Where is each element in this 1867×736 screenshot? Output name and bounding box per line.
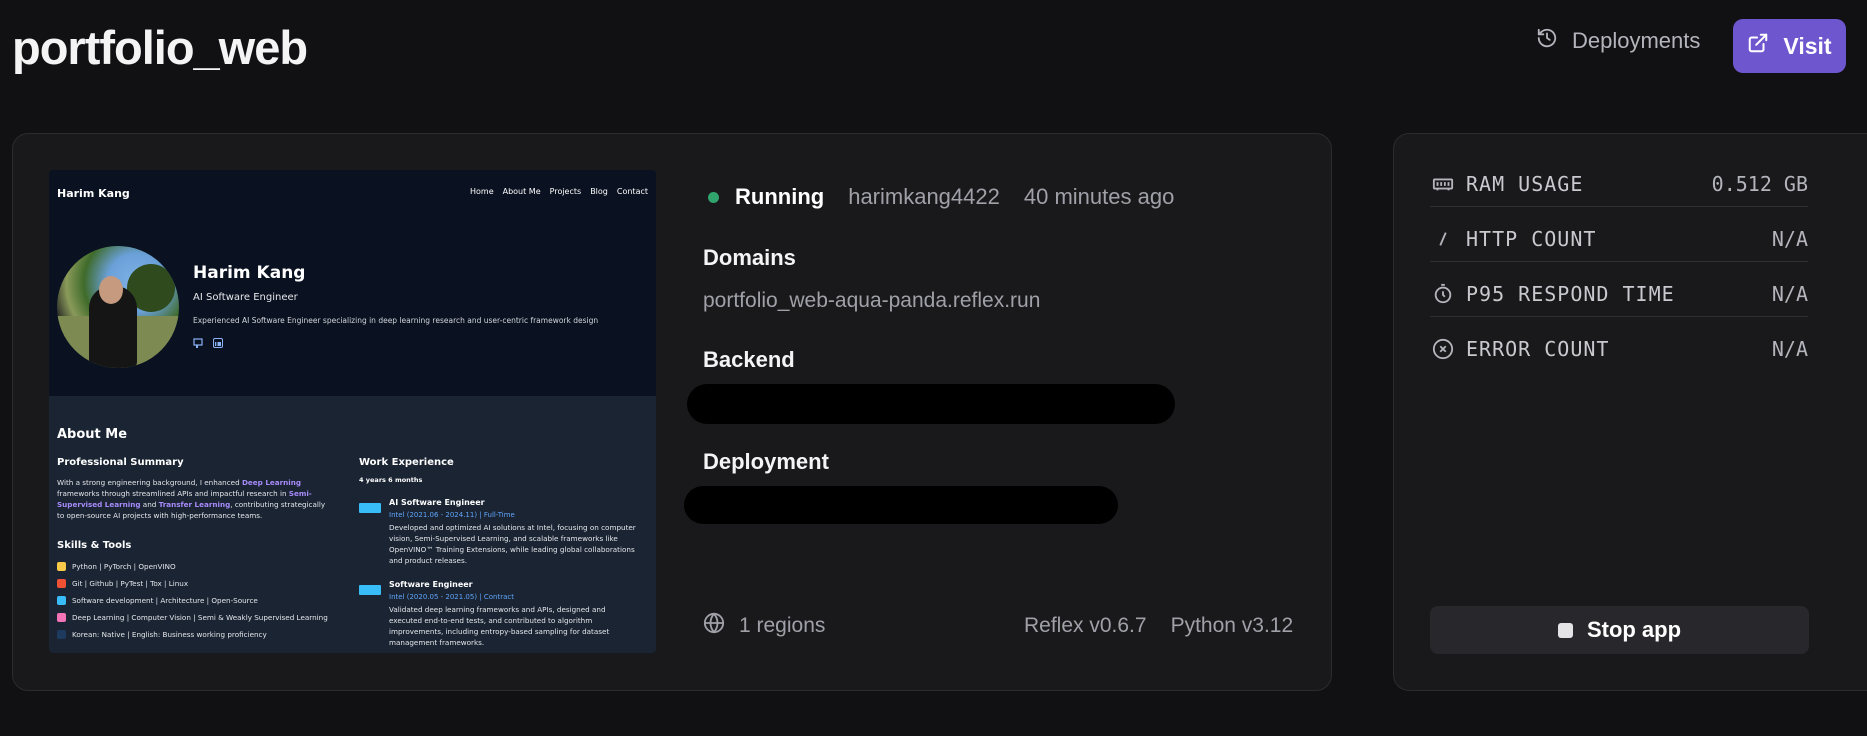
preview-nav-item: Projects <box>549 187 582 196</box>
preview-hero-name: Harim Kang <box>193 263 306 283</box>
visit-button[interactable]: Visit <box>1733 19 1846 73</box>
network-icon <box>57 613 66 622</box>
preview-about-title: About Me <box>57 427 128 442</box>
metric-error-count: ERROR COUNT N/A <box>1430 326 1808 372</box>
metric-label: ERROR COUNT <box>1466 337 1610 361</box>
cross-circle-icon <box>1430 338 1456 360</box>
preview-job-title: AI Software Engineer <box>389 498 485 507</box>
preview-job-title: Software Engineer <box>389 580 473 589</box>
preview-nav-item: Blog <box>590 187 608 196</box>
domain-link[interactable]: portfolio_web-aqua-panda.reflex.run <box>703 289 1040 313</box>
preview-nav: Home About Me Projects Blog Contact <box>470 187 648 196</box>
metric-value: N/A <box>1771 337 1808 361</box>
preview-site-name: Harim Kang <box>57 187 130 200</box>
preview-nav-item: Contact <box>616 187 648 196</box>
deployment-label: Deployment <box>703 449 829 474</box>
deployments-label: Deployments <box>1572 28 1701 53</box>
reflex-version: Reflex v0.6.7 <box>1024 614 1147 637</box>
preview-summary-text: With a strong engineering background, I … <box>57 478 326 520</box>
globe-icon <box>703 612 725 640</box>
metric-ram-usage: RAM USAGE 0.512 GB <box>1430 161 1808 207</box>
dev-icon <box>57 596 66 605</box>
preview-hero-role: AI Software Engineer <box>193 292 298 303</box>
status-text: Running <box>735 184 825 209</box>
metric-label: P95 RESPOND TIME <box>1466 281 1675 306</box>
preview-job-desc: Developed and optimized AI solutions at … <box>389 523 636 565</box>
preview-skill-item: Software development | Architecture | Op… <box>57 596 258 605</box>
preview-skill-item: Git | Github | PyTest | Tox | Linux <box>57 579 188 588</box>
intel-logo <box>359 585 381 595</box>
preview-job-desc: Validated deep learning frameworks and A… <box>389 605 610 647</box>
page-title: portfolio_web <box>12 21 308 74</box>
metric-value: N/A <box>1771 226 1808 251</box>
github-icon <box>193 338 203 351</box>
running-status-dot <box>708 191 719 203</box>
preview-nav-item: Home <box>469 187 494 196</box>
preview-nav-item: About Me <box>502 187 541 196</box>
python-icon <box>57 562 66 571</box>
status-user: harimkang4422 <box>848 184 1000 209</box>
preview-work-duration: 4 years 6 months <box>359 476 423 484</box>
domains-label: Domains <box>703 245 796 270</box>
metric-label: HTTP COUNT <box>1466 226 1597 251</box>
preview-skill-item: Python | PyTorch | OpenVINO <box>57 562 176 571</box>
regions-info: 1 regions <box>703 612 825 640</box>
intel-logo <box>359 503 381 513</box>
stop-app-button[interactable]: Stop app <box>1430 606 1809 654</box>
linkedin-icon <box>213 338 223 351</box>
preview-avatar <box>57 246 179 368</box>
metric-value: 0.512 GB <box>1711 171 1808 196</box>
slash-icon <box>1430 228 1456 250</box>
status-time: 40 minutes ago <box>1023 184 1175 209</box>
preview-social-icons <box>193 338 223 351</box>
site-preview[interactable]: Harim Kang Home About Me Projects Blog C… <box>49 170 656 653</box>
version-info: Reflex v0.6.7 Python v3.12 <box>1024 614 1293 638</box>
preview-job-meta: Intel (2021.06 - 2024.11) | Full-Time <box>389 511 515 519</box>
external-link-icon <box>1747 32 1769 60</box>
redacted-backend-value <box>687 384 1175 424</box>
metric-label: RAM USAGE <box>1466 171 1584 196</box>
metric-value: N/A <box>1771 281 1808 306</box>
preview-summary-title: Professional Summary <box>57 457 184 468</box>
preview-skill-item: Deep Learning | Computer Vision | Semi &… <box>57 613 328 622</box>
redacted-deployment-value <box>684 486 1118 524</box>
preview-work-title: Work Experience <box>359 457 454 468</box>
memory-icon <box>1430 173 1456 195</box>
timer-icon <box>1430 283 1456 305</box>
deployments-link[interactable]: Deployments <box>1536 27 1700 55</box>
preview-hero-desc: Experienced AI Software Engineer special… <box>193 316 599 325</box>
metric-http-count: HTTP COUNT N/A <box>1430 216 1808 262</box>
stop-icon <box>1557 622 1573 638</box>
stop-app-label: Stop app <box>1586 617 1682 642</box>
history-icon <box>1536 27 1558 55</box>
regions-count: 1 regions <box>739 614 826 637</box>
preview-skill-item: Korean: Native | English: Business worki… <box>57 630 267 639</box>
preview-skills-title: Skills & Tools <box>57 540 132 551</box>
preview-job-meta: Intel (2020.05 - 2021.05) | Contract <box>389 593 514 601</box>
metric-p95-respond-time: P95 RESPOND TIME N/A <box>1430 271 1808 317</box>
status-row: Running harimkang4422 40 minutes ago <box>708 184 1174 210</box>
language-icon <box>57 630 66 639</box>
git-icon <box>57 579 66 588</box>
visit-label: Visit <box>1783 32 1832 59</box>
python-version: Python v3.12 <box>1170 614 1294 637</box>
backend-label: Backend <box>703 347 795 372</box>
